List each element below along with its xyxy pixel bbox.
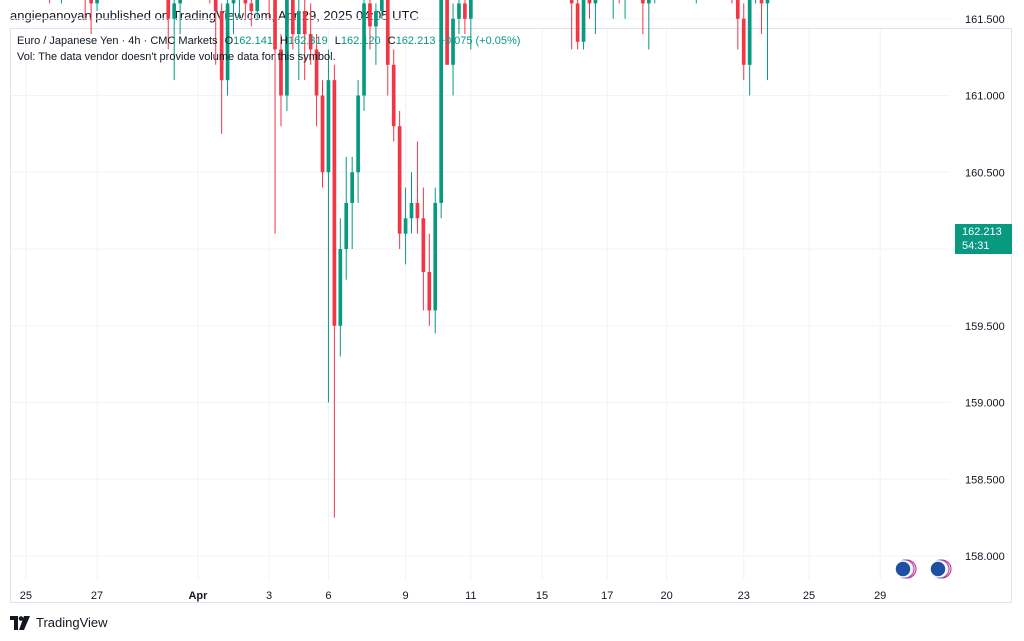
candle-body[interactable] <box>89 0 93 4</box>
volume-note: Vol: The data vendor doesn't provide vol… <box>17 51 336 63</box>
candle-body[interactable] <box>641 0 645 4</box>
y-tick-label: 159.500 <box>965 321 1005 333</box>
candle-body[interactable] <box>569 0 574 4</box>
open-label: O <box>224 35 234 47</box>
x-tick-label: 25 <box>20 590 32 602</box>
candle-body[interactable] <box>302 11 307 35</box>
candle-body[interactable] <box>350 172 355 203</box>
candle-body[interactable] <box>379 0 384 12</box>
x-tick-label: 23 <box>738 590 750 602</box>
x-tick-label: 25 <box>803 590 815 602</box>
x-tick-label: 29 <box>874 590 886 602</box>
candle-body[interactable] <box>587 0 592 4</box>
x-tick-label: 9 <box>403 590 409 602</box>
candle-body[interactable] <box>356 95 360 173</box>
x-tick-label: 6 <box>325 590 331 602</box>
candle-body[interactable] <box>457 3 461 19</box>
candle-body[interactable] <box>741 18 746 65</box>
candle-body[interactable] <box>296 11 301 35</box>
x-tick-label: 11 <box>465 590 476 602</box>
candle-body[interactable] <box>249 3 254 12</box>
low-value: 162.120 <box>340 35 381 47</box>
candle-body[interactable] <box>326 80 331 173</box>
high-label: H <box>280 35 288 47</box>
legend-ohlc-row: Euro / Japanese Yen · 4h · CMC Markets O… <box>17 33 520 49</box>
x-tick-label: 20 <box>660 590 672 602</box>
change-value: +0.075 (+0.05%) <box>438 35 521 47</box>
x-tick-label: 17 <box>601 590 613 602</box>
candle-body[interactable] <box>178 0 182 4</box>
eu-flag-icon[interactable] <box>894 560 912 578</box>
candlestick-chart[interactable]: 164.500164.000163.500163.000162.500162.0… <box>0 0 1024 641</box>
candle-body[interactable] <box>332 80 337 326</box>
x-tick-label: 15 <box>536 590 548 602</box>
y-tick-label: 161.000 <box>965 91 1005 103</box>
candle-body[interactable] <box>368 3 372 27</box>
candle-body[interactable] <box>735 0 740 19</box>
candle-body[interactable] <box>95 0 99 4</box>
candle-body[interactable] <box>391 64 396 127</box>
current-price-badge: 162.213 54:31 <box>955 224 1012 254</box>
candle-body[interactable] <box>243 0 248 4</box>
candle-body[interactable] <box>172 3 177 19</box>
candle-body[interactable] <box>463 3 467 19</box>
eu-flag-icon[interactable] <box>929 560 947 578</box>
y-tick-label: 160.500 <box>965 167 1005 179</box>
footer-brand[interactable]: TradingView <box>36 615 108 630</box>
chart-legend: Euro / Japanese Yen · 4h · CMC Markets O… <box>17 33 520 65</box>
y-tick-label: 158.000 <box>965 551 1005 563</box>
candle-body[interactable] <box>320 95 325 173</box>
y-tick-label: 158.500 <box>965 474 1005 486</box>
y-tick-label: 161.500 <box>965 14 1005 26</box>
close-value: 162.213 <box>395 35 436 47</box>
candle-body[interactable] <box>231 0 236 4</box>
candle-body[interactable] <box>397 126 402 234</box>
candle-body[interactable] <box>166 0 171 19</box>
candle-body[interactable] <box>374 11 378 27</box>
candle-body[interactable] <box>646 0 651 4</box>
footer: TradingView <box>10 615 108 630</box>
current-price: 162.213 <box>962 226 1002 238</box>
candle-body[interactable] <box>344 202 349 249</box>
candle-body[interactable] <box>213 0 218 12</box>
candle-body[interactable] <box>255 0 260 12</box>
open-value: 162.141 <box>233 35 273 47</box>
candle-body[interactable] <box>433 202 438 311</box>
x-tick-label: 3 <box>266 590 272 602</box>
candle-body[interactable] <box>338 249 343 326</box>
x-tick-label: Apr <box>188 590 208 602</box>
candle-body[interactable] <box>575 3 580 42</box>
bar-countdown: 54:31 <box>962 240 990 252</box>
candle-body[interactable] <box>765 0 770 4</box>
candle-body[interactable] <box>421 218 426 273</box>
x-tick-label: 27 <box>91 590 103 602</box>
candle-body[interactable] <box>581 0 586 42</box>
candle-body[interactable] <box>403 218 408 234</box>
candle-body[interactable] <box>439 0 444 203</box>
y-tick-label: 159.000 <box>965 398 1005 410</box>
candle-body[interactable] <box>291 0 295 35</box>
candle-body[interactable] <box>409 202 414 219</box>
high-value: 162.319 <box>287 35 328 47</box>
candle-body[interactable] <box>747 0 752 65</box>
candle-body[interactable] <box>468 0 473 19</box>
symbol-label[interactable]: Euro / Japanese Yen · 4h · CMC Markets <box>17 35 218 47</box>
close-label: C <box>387 35 396 47</box>
tradingview-logo-icon <box>10 615 30 630</box>
candle-body[interactable] <box>427 272 432 311</box>
candle-body[interactable] <box>415 202 420 219</box>
candle-body[interactable] <box>593 0 598 4</box>
candle-body[interactable] <box>759 0 764 4</box>
